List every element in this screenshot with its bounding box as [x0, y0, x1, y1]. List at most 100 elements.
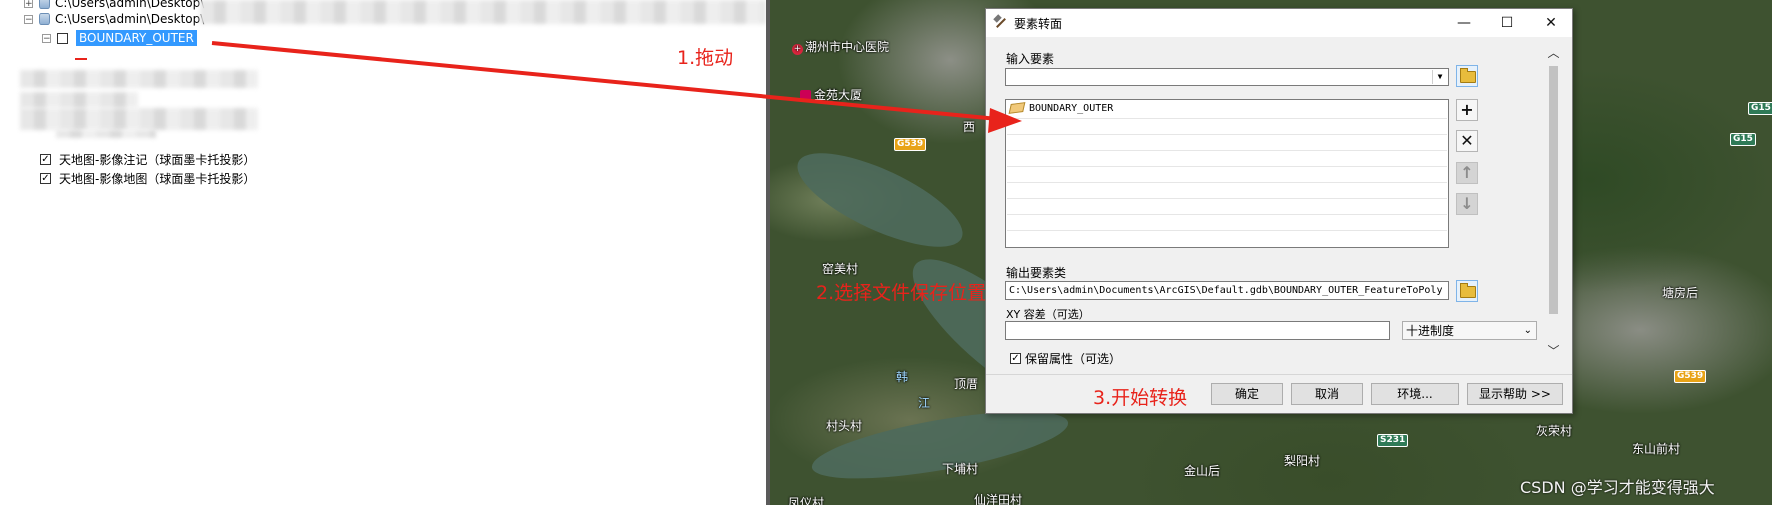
polyline-feature-icon: [1008, 102, 1026, 114]
list-divider: [1007, 182, 1447, 183]
road-shield: G539: [894, 138, 927, 151]
browse-input-button[interactable]: [1456, 65, 1478, 87]
layer-name: 天地图-影像地图（球面墨卡托投影）: [59, 171, 256, 186]
workspace-path: C:\Users\admin\Desktop\: [55, 12, 205, 26]
map-label: + 潮州市中心医院: [792, 40, 890, 55]
road-shield: G539: [1674, 370, 1707, 383]
map-label: 凤仪村: [788, 496, 825, 505]
collapse-icon[interactable]: −: [42, 33, 51, 43]
dropdown-arrow-icon[interactable]: ▼: [1432, 70, 1447, 84]
divider: [986, 374, 1572, 375]
scroll-thumb[interactable]: [1549, 66, 1558, 314]
keep-attributes-label: 保留属性（可选）: [1025, 352, 1122, 366]
river-label: 韩: [896, 370, 909, 384]
input-features-label: 输入要素: [1006, 52, 1055, 66]
map-label: 梨阳村: [1284, 454, 1321, 468]
folder-connection-icon: [39, 13, 50, 25]
toc-row-tianditu-imagery[interactable]: ✓ 天地图-影像地图（球面墨卡托投影）: [40, 169, 255, 187]
blurred-region: [20, 108, 258, 130]
map-label: 东山前村: [1632, 442, 1681, 456]
map-label: 金山后: [1184, 464, 1221, 478]
road-shield: G15: [1748, 102, 1772, 115]
selected-layer-name[interactable]: BOUNDARY_OUTER: [76, 30, 197, 46]
output-features-label: 输出要素类: [1006, 266, 1067, 280]
folder-icon: [1460, 68, 1476, 83]
layer-visibility-checkbox[interactable]: ✓: [40, 172, 51, 184]
xy-tolerance-field[interactable]: [1005, 321, 1390, 340]
xy-tolerance-label: XY 容差（可选）: [1006, 308, 1090, 321]
blurred-region: [20, 92, 138, 108]
environments-button[interactable]: 环境...: [1371, 383, 1459, 405]
move-up-button[interactable]: ↑: [1456, 162, 1478, 184]
map-label: 金苑大厦: [800, 86, 862, 103]
list-divider: [1007, 166, 1447, 167]
blurred-region: [200, 0, 766, 24]
csdn-watermark: CSDN @学习才能变得强大: [1520, 478, 1715, 497]
input-features-dropdown[interactable]: ▼: [1005, 68, 1449, 86]
river-label: 江: [918, 396, 931, 410]
input-features-list[interactable]: BOUNDARY_OUTER: [1005, 99, 1449, 248]
hammer-icon: [994, 16, 1008, 30]
maximize-button[interactable]: ☐: [1485, 9, 1529, 37]
output-features-field[interactable]: C:\Users\admin\Documents\ArcGIS\Default.…: [1005, 281, 1449, 300]
river: [785, 134, 975, 266]
scroll-up-icon[interactable]: ︿: [1547, 46, 1560, 60]
unit-value: 十进制度: [1406, 324, 1455, 338]
keep-attributes-checkbox[interactable]: ✓: [1010, 353, 1021, 364]
toc-row-workspace-2[interactable]: − C:\Users\admin\Desktop\: [24, 10, 204, 28]
move-down-button[interactable]: ↓: [1456, 193, 1478, 215]
folder-icon: [1460, 283, 1476, 298]
unit-dropdown[interactable]: 十进制度 ⌄: [1402, 321, 1537, 340]
list-divider: [1007, 198, 1447, 199]
expand-icon[interactable]: +: [24, 0, 33, 8]
list-divider: [1007, 230, 1447, 231]
collapse-icon[interactable]: −: [24, 14, 33, 24]
annotation-step-3: 3.开始转换: [1093, 387, 1188, 409]
feature-to-polygon-dialog: 要素转面 — ☐ ✕ 输入要素 ▼ BOUNDARY_OUTER + ✕ ↑ ↓…: [985, 8, 1573, 414]
list-divider: [1007, 134, 1447, 135]
blurred-region: [56, 130, 156, 138]
annotation-step-1: 1.拖动: [677, 47, 734, 69]
building-icon: [800, 90, 811, 101]
scroll-down-icon[interactable]: ﹀: [1547, 344, 1560, 358]
list-divider: [1007, 150, 1447, 151]
chevron-down-icon: ⌄: [1523, 325, 1532, 336]
map-label: 西: [963, 120, 976, 134]
map-label: 灰荣村: [1536, 424, 1573, 438]
dialog-title: 要素转面: [1014, 16, 1063, 31]
remove-button[interactable]: ✕: [1456, 130, 1478, 152]
map-label: 村头村: [826, 419, 863, 433]
show-help-button[interactable]: 显示帮助 >>: [1467, 383, 1563, 405]
folder-connection-icon: [39, 0, 50, 9]
layer-symbol: [75, 58, 87, 60]
map-label: 顶厝: [954, 377, 979, 391]
list-item[interactable]: BOUNDARY_OUTER: [1006, 100, 1113, 118]
list-item-label: BOUNDARY_OUTER: [1029, 103, 1114, 114]
toc-row-boundary-layer[interactable]: − BOUNDARY_OUTER: [42, 29, 197, 47]
layer-visibility-checkbox[interactable]: [57, 32, 68, 44]
dialog-scrollbar[interactable]: ︿ ﹀: [1545, 44, 1562, 362]
annotation-step-2: 2.选择文件保存位置: [816, 282, 987, 304]
layer-visibility-checkbox[interactable]: ✓: [40, 153, 51, 165]
list-divider: [1007, 118, 1447, 119]
blurred-region: [20, 70, 258, 88]
layer-name: 天地图-影像注记（球面墨卡托投影）: [59, 152, 256, 167]
table-of-contents: + C:\Users\admin\Desktop\ − C:\Users\adm…: [0, 0, 768, 505]
road-shield: S231: [1377, 434, 1409, 447]
ok-button[interactable]: 确定: [1211, 383, 1283, 405]
close-button[interactable]: ✕: [1529, 9, 1573, 37]
map-label: 塘房后: [1662, 286, 1699, 300]
hospital-icon: +: [792, 44, 803, 55]
road-shield: G15: [1730, 133, 1756, 146]
dialog-titlebar[interactable]: 要素转面 — ☐ ✕: [986, 9, 1572, 37]
toc-row-tianditu-annotation[interactable]: ✓ 天地图-影像注记（球面墨卡托投影）: [40, 150, 255, 168]
browse-output-button[interactable]: [1456, 280, 1478, 302]
map-label: 仙洋田村: [974, 493, 1023, 505]
workspace-path: C:\Users\admin\Desktop\: [55, 0, 205, 10]
minimize-button[interactable]: —: [1442, 9, 1486, 37]
list-divider: [1007, 214, 1447, 215]
cancel-button[interactable]: 取消: [1291, 383, 1363, 405]
add-button[interactable]: +: [1456, 99, 1478, 121]
keep-attributes-option[interactable]: ✓ 保留属性（可选）: [1010, 350, 1121, 367]
map-label: 窑美村: [822, 262, 859, 276]
